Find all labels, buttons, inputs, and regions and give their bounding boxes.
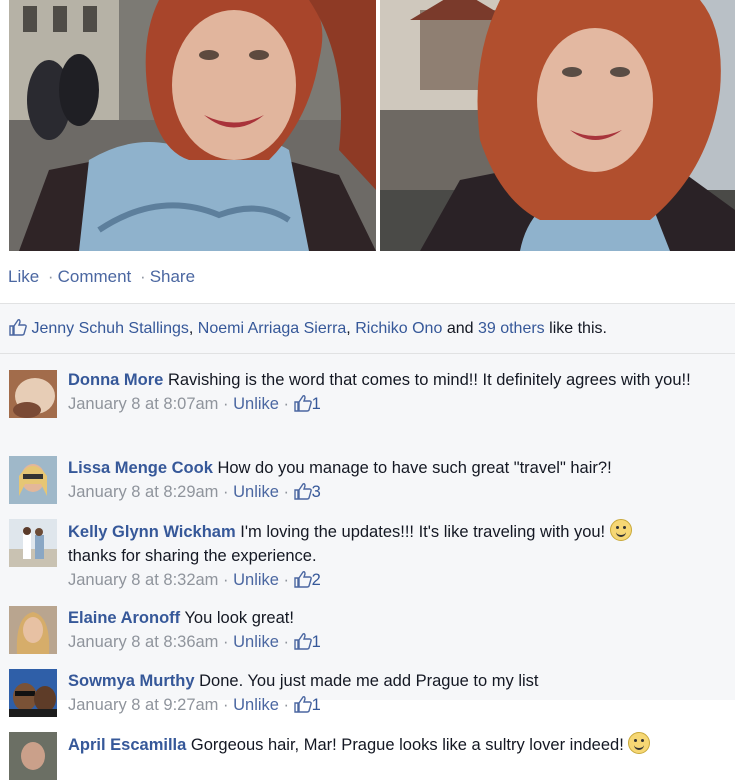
unlike-link[interactable]: Unlike (233, 633, 279, 651)
and-text: and (446, 320, 474, 337)
comment: April Escamilla Gorgeous hair, Mar! Prag… (0, 718, 735, 780)
comment-timestamp[interactable]: January 8 at 8:29am (68, 483, 218, 501)
comment-timestamp[interactable]: January 8 at 8:07am (68, 395, 218, 413)
comment-link[interactable]: Comment (58, 267, 132, 286)
comment-author[interactable]: Donna More (68, 371, 163, 389)
unlike-link[interactable]: Unlike (233, 571, 279, 589)
post-actions-bar: Like · Comment · Share (0, 251, 735, 304)
comment-author[interactable]: April Escamilla (68, 736, 186, 754)
others-link[interactable]: 39 others (478, 320, 545, 337)
comment-text: How do you manage to have such great "tr… (217, 459, 612, 477)
comment: Lissa Menge Cook How do you manage to ha… (0, 442, 735, 505)
thumbs-up-icon (293, 695, 312, 713)
thumbs-up-icon (293, 394, 312, 412)
comma: , (188, 320, 194, 337)
wink-emoji (628, 732, 651, 754)
comment-like-count[interactable]: 1 (312, 395, 321, 413)
post-photo-2[interactable] (380, 0, 735, 251)
comment-text: Gorgeous hair, Mar! Prague looks like a … (190, 736, 624, 754)
comment-timestamp[interactable]: January 8 at 9:27am (68, 696, 218, 714)
comment-timestamp[interactable]: January 8 at 8:36am (68, 633, 218, 651)
avatar[interactable] (9, 519, 57, 567)
comment-body: Sowmya Murthy Done. You just made me add… (68, 669, 717, 693)
comment-author[interactable]: Elaine Aronoff (68, 609, 180, 627)
unlike-link[interactable]: Unlike (233, 395, 279, 413)
comment-meta: January 8 at 9:27am · Unlike · 1 (68, 695, 321, 714)
liker-link[interactable]: Noemi Arriaga Sierra (198, 320, 347, 337)
avatar[interactable] (9, 370, 57, 418)
separator: · (140, 267, 146, 286)
like-this-text: like this. (549, 320, 607, 337)
comma: , (346, 320, 351, 337)
unlike-link[interactable]: Unlike (233, 696, 279, 714)
thumbs-up-icon (293, 570, 312, 588)
comment-like-count[interactable]: 1 (312, 633, 321, 651)
unlike-link[interactable]: Unlike (233, 483, 279, 501)
comment-meta: January 8 at 8:07am · Unlike · 1 (68, 394, 321, 413)
comment: Elaine Aronoff You look great! January 8… (0, 592, 735, 655)
comment-meta: January 8 at 8:29am · Unlike · 3 (68, 482, 321, 501)
comment-meta: January 8 at 8:32am · Unlike · 2 (68, 570, 321, 589)
post-photo-1[interactable] (9, 0, 376, 251)
separator: · (47, 267, 54, 286)
likes-summary: Jenny Schuh Stallings, Noemi Arriaga Sie… (0, 304, 735, 354)
avatar[interactable] (9, 732, 57, 780)
comment-text: Ravishing is the word that comes to mind… (167, 371, 691, 389)
avatar[interactable] (9, 456, 57, 504)
post-photos (0, 0, 735, 251)
comment-author[interactable]: Sowmya Murthy (68, 672, 195, 690)
comment: Sowmya Murthy Done. You just made me add… (0, 655, 735, 718)
comment-body: Kelly Glynn Wickham I'm loving the updat… (68, 519, 717, 568)
comment-body: Elaine Aronoff You look great! (68, 606, 717, 630)
thumbs-up-icon (9, 318, 27, 336)
comment-like-count[interactable]: 1 (312, 696, 321, 714)
comment-text: You look great! (184, 609, 294, 627)
comment: Donna More Ravishing is the word that co… (0, 354, 735, 442)
comment-meta: January 8 at 8:36am · Unlike · 1 (68, 632, 321, 651)
comments-area: Jenny Schuh Stallings, Noemi Arriaga Sie… (0, 304, 735, 780)
comment-like-count[interactable]: 3 (312, 483, 321, 501)
avatar[interactable] (9, 606, 57, 654)
thumbs-up-icon (293, 482, 312, 500)
comment-author[interactable]: Lissa Menge Cook (68, 459, 213, 477)
comment-body: Lissa Menge Cook How do you manage to ha… (68, 456, 717, 480)
comment-author[interactable]: Kelly Glynn Wickham (68, 523, 236, 541)
liker-link[interactable]: Richiko Ono (355, 320, 442, 337)
comment-like-count[interactable]: 2 (312, 571, 321, 589)
smiley-emoji (609, 519, 632, 541)
comment-text-continued: thanks for sharing the experience. (68, 547, 317, 565)
comment-body: April Escamilla Gorgeous hair, Mar! Prag… (68, 732, 717, 757)
avatar[interactable] (9, 669, 57, 717)
comment-timestamp[interactable]: January 8 at 8:32am (68, 571, 218, 589)
comment-body: Donna More Ravishing is the word that co… (68, 368, 717, 392)
comment-text: I'm loving the updates!!! It's like trav… (240, 523, 606, 541)
comment-text: Done. You just made me add Prague to my … (199, 672, 539, 690)
liker-link[interactable]: Jenny Schuh Stallings (31, 320, 188, 337)
comment: Kelly Glynn Wickham I'm loving the updat… (0, 505, 735, 592)
thumbs-up-icon (293, 632, 312, 650)
like-link[interactable]: Like (8, 267, 39, 286)
share-link[interactable]: Share (150, 267, 195, 286)
